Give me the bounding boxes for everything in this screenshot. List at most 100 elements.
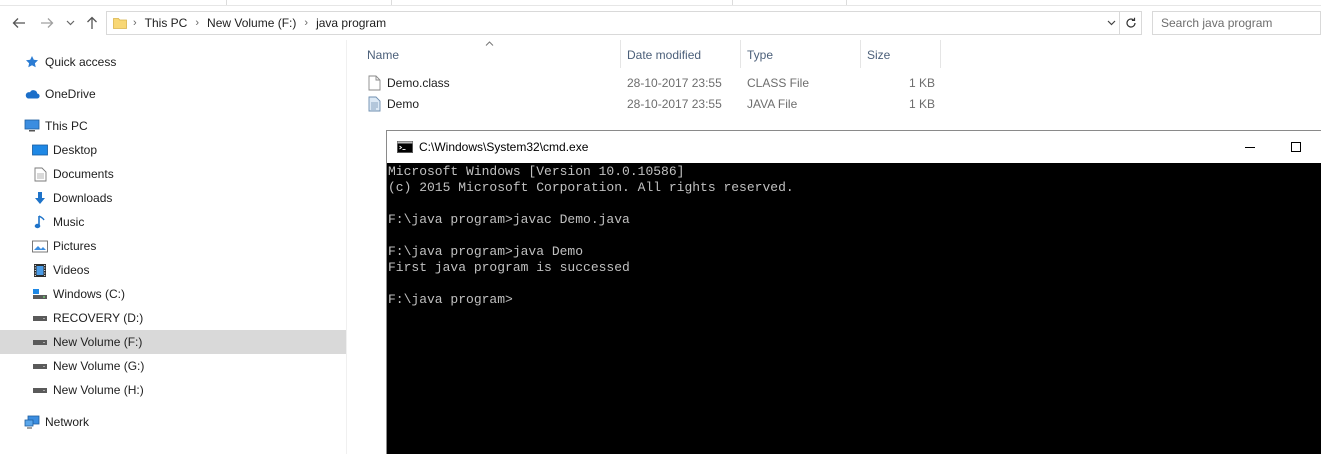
nav-item-label: Documents [53,167,114,181]
nav-item-label: Quick access [45,55,117,69]
search-box[interactable] [1152,11,1321,35]
drive-icon [32,310,48,326]
sidebar-item-videos[interactable]: Videos [0,258,346,282]
file-date-modified: 28-10-2017 23:55 [627,97,722,111]
console-line: F:\java program>javac Demo.java [388,212,630,227]
nav-item-label: Windows (C:) [53,287,126,301]
column-header-date-modified[interactable]: Date modified [627,44,701,66]
pictures-icon [32,238,48,254]
up-button[interactable] [82,12,102,34]
file-row[interactable]: Demo.class 28-10-2017 23:55 CLASS File 1… [363,73,943,93]
desktop-icon [32,142,48,158]
ribbon-strip [0,0,1321,6]
ribbon-separator [846,0,847,5]
sidebar-item-windows-c[interactable]: Windows (C:) [0,282,346,306]
column-divider[interactable] [620,40,621,68]
ribbon-separator [226,0,227,5]
sidebar-item-desktop[interactable]: Desktop [0,138,346,162]
file-size: 1 KB [909,76,936,90]
nav-item-label: Downloads [53,191,113,205]
maximize-icon [1291,142,1301,152]
cmd-title-text: C:\Windows\System32\cmd.exe [419,140,589,154]
nav-this-pc[interactable]: This PC [0,114,346,138]
system-drive-icon [32,286,48,302]
breadcrumb-chevron-icon[interactable]: › [195,17,199,29]
sidebar-item-new-volume-h[interactable]: New Volume (H:) [0,378,346,402]
chevron-down-icon [66,20,74,26]
column-header-size[interactable]: Size [867,44,890,66]
sidebar-item-pictures[interactable]: Pictures [0,234,346,258]
sidebar-item-new-volume-g[interactable]: New Volume (G:) [0,354,346,378]
up-arrow-icon [87,16,97,29]
computer-icon [24,118,40,134]
ribbon-separator [732,0,733,5]
breadcrumb-chevron-icon[interactable]: › [304,17,308,29]
column-header-type[interactable]: Type [747,44,773,66]
sidebar-item-recovery-d[interactable]: RECOVERY (D:) [0,306,346,330]
column-divider[interactable] [860,40,861,68]
nav-item-label: Videos [53,263,90,277]
column-divider[interactable] [740,40,741,68]
drive-icon [32,358,48,374]
cloud-icon [24,86,40,102]
folder-icon [113,18,127,29]
network-icon [24,414,40,430]
column-divider[interactable] [940,40,941,68]
cmd-console-output[interactable]: Microsoft Windows [Version 10.0.10586] (… [387,163,1321,454]
column-header-name[interactable]: Name [367,44,399,66]
nav-item-label: OneDrive [45,87,96,101]
file-type: JAVA File [747,97,798,111]
sidebar-item-documents[interactable]: Documents [0,162,346,186]
nav-quick-access[interactable]: Quick access [0,50,346,74]
console-line: Microsoft Windows [Version 10.0.10586] [388,164,685,179]
file-row[interactable]: Demo 28-10-2017 23:55 JAVA File 1 KB [363,94,943,114]
nav-pane-divider [346,40,347,454]
file-icon [368,75,381,94]
nav-item-label: New Volume (F:) [53,335,143,349]
nav-item-label: New Volume (H:) [53,383,144,397]
forward-button[interactable] [36,12,58,34]
breadcrumb-new-volume-f[interactable]: New Volume (F:) [207,16,296,30]
back-button[interactable] [8,12,30,34]
downloads-icon [32,190,48,206]
star-icon [24,54,40,70]
nav-onedrive[interactable]: OneDrive [0,82,346,106]
address-dropdown-button[interactable] [1103,12,1119,34]
breadcrumb-chevron-icon: › [133,17,137,29]
file-date-modified: 28-10-2017 23:55 [627,76,722,90]
sidebar-item-new-volume-f[interactable]: New Volume (F:) [0,330,346,354]
sidebar-item-music[interactable]: Music [0,210,346,234]
address-box[interactable]: › This PC › New Volume (F:) › java progr… [106,11,1120,35]
file-type: CLASS File [747,76,810,90]
documents-icon [32,166,48,182]
sort-up-icon [485,38,494,48]
chevron-down-icon [1107,20,1115,26]
breadcrumb-java-program[interactable]: java program [316,16,386,30]
file-size: 1 KB [909,97,936,111]
nav-item-label: RECOVERY (D:) [53,311,144,325]
cmd-window[interactable]: C:\Windows\System32\cmd.exe Microsoft Wi… [386,130,1321,454]
recent-locations-button[interactable] [62,12,78,34]
console-line: (c) 2015 Microsoft Corporation. All righ… [388,180,794,195]
maximize-button[interactable] [1273,131,1319,163]
sidebar-item-downloads[interactable]: Downloads [0,186,346,210]
back-arrow-icon [12,18,25,28]
java-file-icon [368,96,381,115]
cmd-title-bar[interactable]: C:\Windows\System32\cmd.exe [387,131,1321,163]
refresh-button[interactable] [1120,11,1142,35]
file-name[interactable]: Demo.class [387,76,450,90]
console-line: F:\java program>java Demo [388,244,584,259]
nav-item-label: Music [53,215,85,229]
file-name[interactable]: Demo [387,97,419,111]
breadcrumb-this-pc[interactable]: This PC [145,16,188,30]
refresh-icon [1125,17,1136,28]
console-prompt-line[interactable]: F:\java program> [388,292,1321,308]
minimize-icon [1245,147,1255,148]
drive-icon [32,382,48,398]
search-input[interactable] [1153,12,1320,34]
minimize-button[interactable] [1227,131,1273,163]
nav-network[interactable]: Network [0,410,346,434]
videos-icon [32,262,48,278]
